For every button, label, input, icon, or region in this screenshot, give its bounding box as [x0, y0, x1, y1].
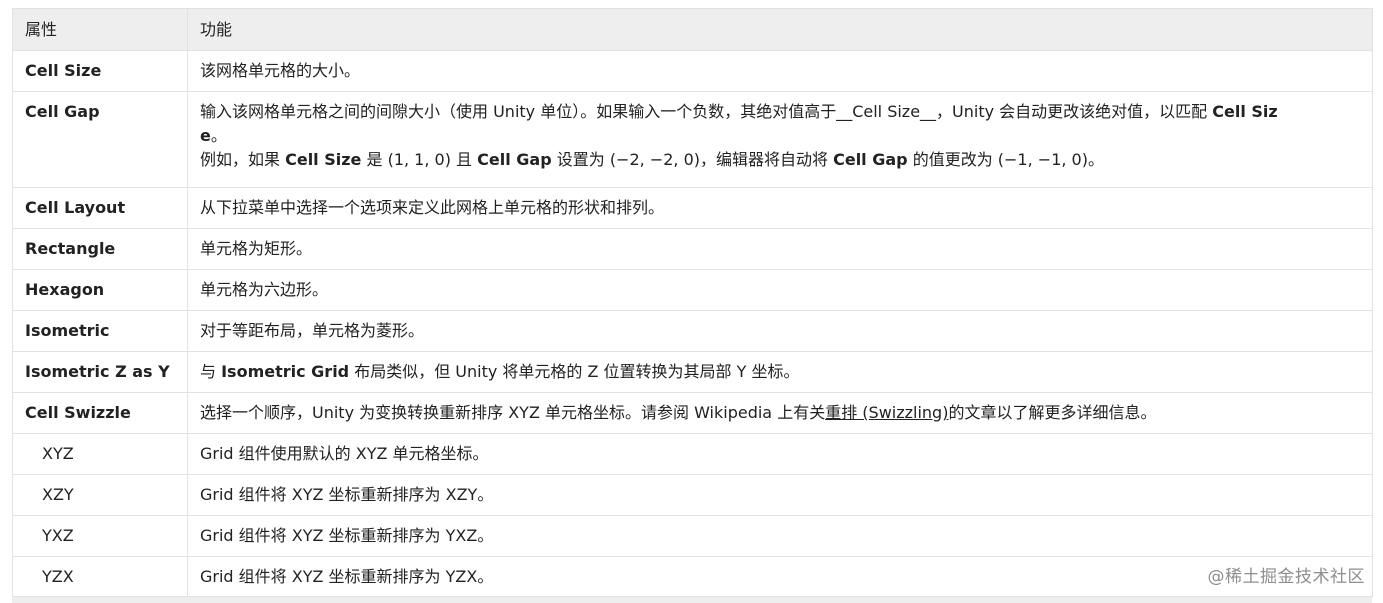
- desc-bold: Cell Size: [285, 150, 362, 169]
- table-row: YZX Grid 组件将 XYZ 坐标重新排序为 YZX。: [12, 556, 1373, 598]
- desc-text: 选择一个顺序，Unity 为变换转换重新排序 XYZ 单元格坐标。请参阅 Wik…: [200, 403, 826, 422]
- desc-bold: Cell Siz: [1212, 102, 1278, 121]
- table-row: YXZ Grid 组件将 XYZ 坐标重新排序为 YXZ。: [12, 515, 1373, 557]
- property-description: 单元格为矩形。: [187, 228, 1373, 270]
- property-name: Cell Size: [12, 50, 188, 92]
- property-description: 单元格为六边形。: [187, 269, 1373, 311]
- table-row: Cell Gap 输入该网格单元格之间的间隙大小（使用 Unity 单位）。如果…: [12, 91, 1373, 188]
- desc-text: 的值更改为 (−1, −1, 0)。: [907, 150, 1104, 169]
- property-name: Rectangle: [12, 228, 188, 270]
- header-property: 属性: [12, 8, 188, 51]
- watermark-text: @稀土掘金技术社区: [1207, 567, 1365, 587]
- table-row: Cell Size 该网格单元格的大小。: [12, 50, 1373, 92]
- header-function: 功能: [187, 8, 1373, 51]
- property-name: Cell Swizzle: [12, 392, 188, 434]
- property-description: 对于等距布局，单元格为菱形。: [187, 310, 1373, 352]
- desc-text: 是 (1, 1, 0) 且: [361, 150, 478, 169]
- desc-text: 例如，如果: [200, 150, 286, 169]
- property-name: Isometric: [12, 310, 188, 352]
- property-name: Isometric Z as Y: [12, 351, 188, 393]
- property-description: 选择一个顺序，Unity 为变换转换重新排序 XYZ 单元格坐标。请参阅 Wik…: [187, 392, 1373, 434]
- table-row: Isometric Z as Y 与 Isometric Grid 布局类似，但…: [12, 351, 1373, 393]
- property-description: 与 Isometric Grid 布局类似，但 Unity 将单元格的 Z 位置…: [187, 351, 1373, 393]
- properties-table: 属性 功能 Cell Size 该网格单元格的大小。 Cell Gap 输入该网…: [12, 8, 1373, 598]
- property-name: Cell Layout: [12, 187, 188, 229]
- property-description: 该网格单元格的大小。: [187, 50, 1373, 92]
- desc-text: 的文章以了解更多详细信息。: [948, 403, 1157, 422]
- property-description: Grid 组件将 XYZ 坐标重新排序为 XZY。: [187, 474, 1373, 516]
- property-name: XYZ: [12, 433, 188, 475]
- desc-text: 设置为 (−2, −2, 0)，编辑器将自动将: [551, 150, 834, 169]
- desc-bold: Cell Gap: [833, 150, 908, 169]
- swizzling-link[interactable]: 重排 (Swizzling): [825, 403, 948, 422]
- table-row: Cell Swizzle 选择一个顺序，Unity 为变换转换重新排序 XYZ …: [12, 392, 1373, 434]
- desc-text: 输入该网格单元格之间的间隙大小（使用 Unity 单位）。如果输入一个负数，其绝…: [200, 102, 1213, 121]
- horizontal-scrollbar[interactable]: [12, 596, 1372, 603]
- desc-text: 。: [210, 126, 227, 145]
- property-name: XZY: [12, 474, 188, 516]
- desc-text: 与: [200, 362, 222, 381]
- table-row: Isometric 对于等距布局，单元格为菱形。: [12, 310, 1373, 352]
- table-body: Cell Size 该网格单元格的大小。 Cell Gap 输入该网格单元格之间…: [12, 50, 1373, 598]
- desc-text: 布局类似，但 Unity 将单元格的 Z 位置转换为其局部 Y 坐标。: [349, 362, 800, 381]
- property-description: Grid 组件使用默认的 XYZ 单元格坐标。: [187, 433, 1373, 475]
- property-name: YXZ: [12, 515, 188, 557]
- property-name: Cell Gap: [12, 91, 188, 188]
- property-name: Hexagon: [12, 269, 188, 311]
- property-description: 从下拉菜单中选择一个选项来定义此网格上单元格的形状和排列。: [187, 187, 1373, 229]
- desc-bold: Isometric Grid: [221, 362, 350, 381]
- table-row: XZY Grid 组件将 XYZ 坐标重新排序为 XZY。: [12, 474, 1373, 516]
- desc-bold: e: [200, 126, 211, 145]
- desc-bold: Cell Gap: [477, 150, 552, 169]
- header-row: 属性 功能: [12, 8, 1373, 51]
- property-name: YZX: [12, 556, 188, 598]
- table-row: XYZ Grid 组件使用默认的 XYZ 单元格坐标。: [12, 433, 1373, 475]
- table-header: 属性 功能: [12, 8, 1373, 51]
- table-row: Cell Layout 从下拉菜单中选择一个选项来定义此网格上单元格的形状和排列…: [12, 187, 1373, 229]
- property-description: 输入该网格单元格之间的间隙大小（使用 Unity 单位）。如果输入一个负数，其绝…: [187, 91, 1373, 188]
- table-row: Rectangle 单元格为矩形。: [12, 228, 1373, 270]
- page: 属性 功能 Cell Size 该网格单元格的大小。 Cell Gap 输入该网…: [0, 0, 1383, 603]
- property-description: Grid 组件将 XYZ 坐标重新排序为 YZX。: [187, 556, 1373, 598]
- property-description: Grid 组件将 XYZ 坐标重新排序为 YXZ。: [187, 515, 1373, 557]
- table-row: Hexagon 单元格为六边形。: [12, 269, 1373, 311]
